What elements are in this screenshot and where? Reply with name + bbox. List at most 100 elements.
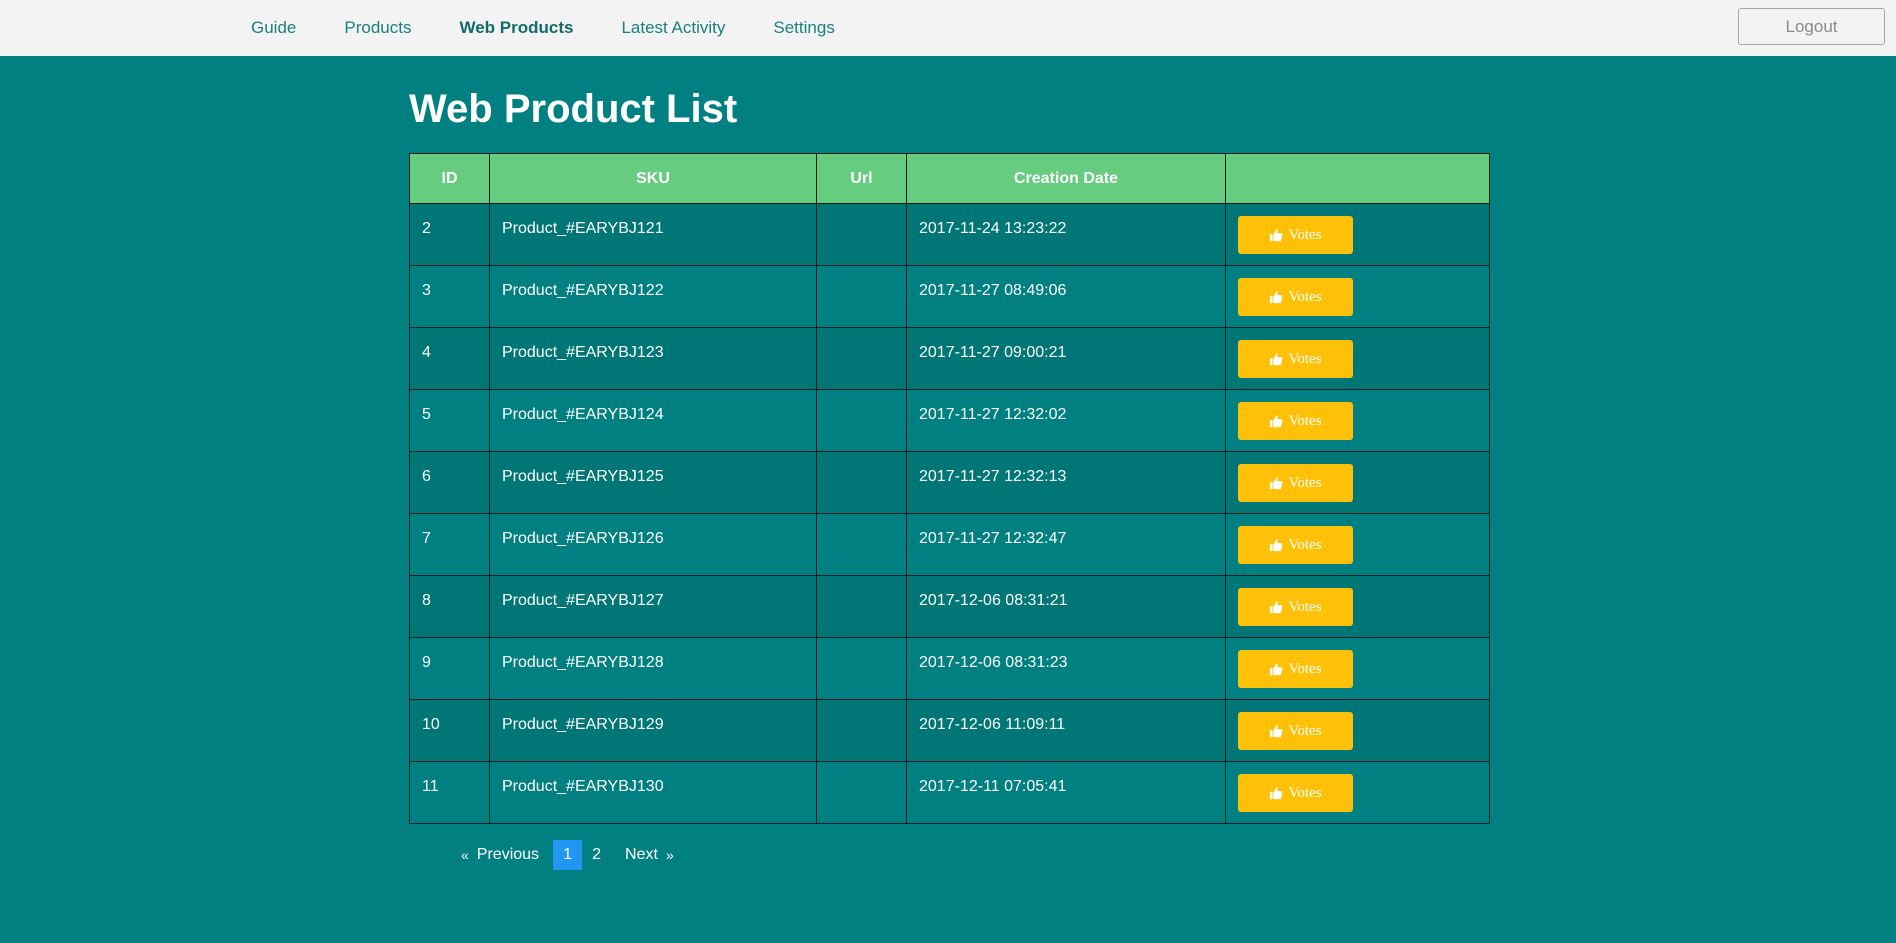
cell-url (816, 513, 907, 576)
cell-sku: Product_#EARYBJ130 (489, 761, 817, 824)
table-row: 7 Product_#EARYBJ126 2017-11-27 12:32:47… (409, 513, 1490, 576)
cell-actions: Votes (1225, 451, 1490, 514)
cell-url (816, 699, 907, 762)
votes-button[interactable]: Votes (1238, 650, 1353, 688)
cell-id: 2 (409, 203, 490, 266)
cell-url (816, 327, 907, 390)
previous-page-link[interactable]: Previous (477, 846, 539, 864)
cell-actions: Votes (1225, 761, 1490, 824)
thumbs-up-icon (1270, 787, 1283, 800)
cell-id: 10 (409, 699, 490, 762)
thumbs-up-icon (1270, 539, 1283, 552)
main-nav: Guide Products Web Products Latest Activ… (227, 0, 859, 56)
nav-guide[interactable]: Guide (227, 18, 320, 38)
nav-settings[interactable]: Settings (749, 18, 858, 38)
header-actions (1225, 153, 1490, 204)
votes-button[interactable]: Votes (1238, 526, 1353, 564)
cell-url (816, 575, 907, 638)
cell-sku: Product_#EARYBJ122 (489, 265, 817, 328)
thumbs-up-icon (1270, 353, 1283, 366)
votes-button-label: Votes (1288, 722, 1322, 739)
thumbs-up-icon (1270, 725, 1283, 738)
cell-creation-date: 2017-12-06 11:09:11 (906, 699, 1226, 762)
cell-creation-date: 2017-11-27 12:32:02 (906, 389, 1226, 452)
thumbs-up-icon (1270, 415, 1283, 428)
next-page-link[interactable]: Next (625, 846, 658, 864)
page-1-link[interactable]: 1 (553, 840, 583, 870)
votes-button-label: Votes (1288, 536, 1322, 553)
page-title: Web Product List (409, 87, 738, 131)
votes-button-label: Votes (1288, 226, 1322, 243)
cell-url (816, 389, 907, 452)
thumbs-up-icon (1270, 291, 1283, 304)
cell-id: 9 (409, 637, 490, 700)
logout-button[interactable]: Logout (1738, 8, 1885, 45)
cell-sku: Product_#EARYBJ124 (489, 389, 817, 452)
votes-button[interactable]: Votes (1238, 774, 1353, 812)
cell-actions: Votes (1225, 265, 1490, 328)
cell-creation-date: 2017-12-06 08:31:23 (906, 637, 1226, 700)
header-sku[interactable]: SKU (489, 153, 817, 204)
votes-button[interactable]: Votes (1238, 216, 1353, 254)
cell-actions: Votes (1225, 575, 1490, 638)
cell-id: 8 (409, 575, 490, 638)
thumbs-up-icon (1270, 477, 1283, 490)
votes-button[interactable]: Votes (1238, 588, 1353, 626)
cell-creation-date: 2017-12-06 08:31:21 (906, 575, 1226, 638)
table-body: 2 Product_#EARYBJ121 2017-11-24 13:23:22… (409, 203, 1490, 824)
table-row: 2 Product_#EARYBJ121 2017-11-24 13:23:22… (409, 203, 1490, 266)
cell-creation-date: 2017-11-27 12:32:13 (906, 451, 1226, 514)
votes-button-label: Votes (1288, 412, 1322, 429)
cell-sku: Product_#EARYBJ121 (489, 203, 817, 266)
cell-creation-date: 2017-11-24 13:23:22 (906, 203, 1226, 266)
votes-button-label: Votes (1288, 474, 1322, 491)
cell-actions: Votes (1225, 513, 1490, 576)
cell-sku: Product_#EARYBJ126 (489, 513, 817, 576)
cell-creation-date: 2017-11-27 12:32:47 (906, 513, 1226, 576)
nav-web-products[interactable]: Web Products (435, 18, 597, 38)
table-row: 3 Product_#EARYBJ122 2017-11-27 08:49:06… (409, 265, 1490, 328)
votes-button-label: Votes (1288, 288, 1322, 305)
cell-creation-date: 2017-12-11 07:05:41 (906, 761, 1226, 824)
cell-id: 11 (409, 761, 490, 824)
cell-url (816, 637, 907, 700)
header-creation-date[interactable]: Creation Date (906, 153, 1226, 204)
thumbs-up-icon (1270, 601, 1283, 614)
votes-button-label: Votes (1288, 660, 1322, 677)
votes-button[interactable]: Votes (1238, 712, 1353, 750)
nav-products[interactable]: Products (320, 18, 435, 38)
prev-arrow-icon[interactable]: « (461, 847, 469, 863)
cell-actions: Votes (1225, 203, 1490, 266)
table-header-row: ID SKU Url Creation Date (409, 153, 1490, 204)
cell-url (816, 761, 907, 824)
cell-actions: Votes (1225, 699, 1490, 762)
header-url[interactable]: Url (816, 153, 907, 204)
header-id[interactable]: ID (409, 153, 490, 204)
main-content: Web Product List ID SKU Url Creation Dat… (409, 56, 1490, 870)
cell-actions: Votes (1225, 327, 1490, 390)
votes-button[interactable]: Votes (1238, 278, 1353, 316)
cell-sku: Product_#EARYBJ127 (489, 575, 817, 638)
votes-button-label: Votes (1288, 784, 1322, 801)
table-row: 11 Product_#EARYBJ130 2017-12-11 07:05:4… (409, 761, 1490, 824)
cell-creation-date: 2017-11-27 08:49:06 (906, 265, 1226, 328)
table-row: 10 Product_#EARYBJ129 2017-12-06 11:09:1… (409, 699, 1490, 762)
cell-id: 6 (409, 451, 490, 514)
cell-url (816, 203, 907, 266)
thumbs-up-icon (1270, 663, 1283, 676)
votes-button[interactable]: Votes (1238, 402, 1353, 440)
next-arrow-icon[interactable]: » (666, 847, 674, 863)
page-2-link[interactable]: 2 (582, 840, 611, 870)
votes-button-label: Votes (1288, 350, 1322, 367)
cell-actions: Votes (1225, 389, 1490, 452)
table-row: 5 Product_#EARYBJ124 2017-11-27 12:32:02… (409, 389, 1490, 452)
nav-latest-activity[interactable]: Latest Activity (597, 18, 749, 38)
votes-button[interactable]: Votes (1238, 464, 1353, 502)
cell-id: 3 (409, 265, 490, 328)
votes-button[interactable]: Votes (1238, 340, 1353, 378)
table-row: 8 Product_#EARYBJ127 2017-12-06 08:31:21… (409, 575, 1490, 638)
cell-url (816, 451, 907, 514)
cell-id: 7 (409, 513, 490, 576)
cell-creation-date: 2017-11-27 09:00:21 (906, 327, 1226, 390)
pagination: « Previous 1 2 Next » (453, 840, 1489, 870)
